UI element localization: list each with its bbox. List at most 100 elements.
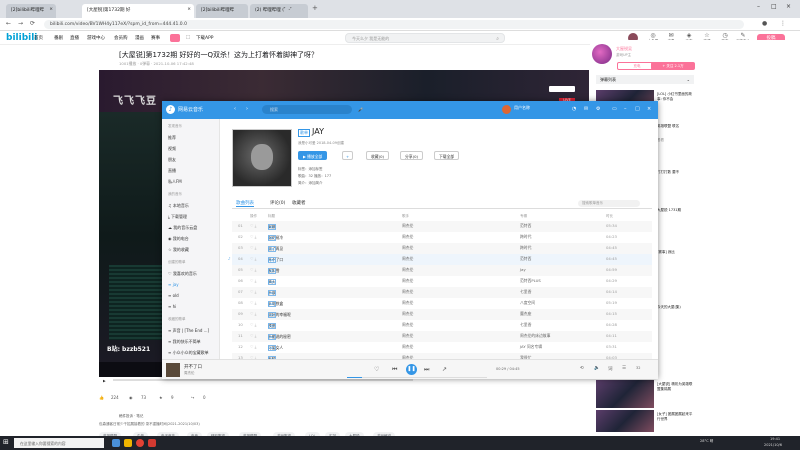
fav-icon[interactable]: ★ [159,395,163,400]
song-artist[interactable]: 周杰伦 [402,267,413,273]
volume-icon[interactable]: 🔈 [594,366,600,371]
song-artist[interactable]: 周杰伦 [402,234,413,240]
song-artist[interactable]: 周杰伦 [402,333,413,339]
song-row[interactable]: 10 ♡ ⤓ 夜曲 SQ ▷ 周杰伦 七里香 04:28 [232,320,652,331]
rec-title[interactable]: [赛事] 我比 [657,250,695,255]
song-row[interactable]: 09 ♡ ⤓ 说好的幸福呢 SQ ▷ 周杰伦 魔杰座 04:15 [232,309,652,320]
mv-icon[interactable]: ▷ [268,334,271,339]
back-icon[interactable]: ‹ [234,106,236,112]
nav-manga[interactable]: 漫画 [135,35,144,41]
song-album[interactable]: 范特西 [520,223,531,229]
song-album[interactable]: 八度空间 [520,300,535,306]
sidebar-item-active[interactable]: ≡ jay [168,282,179,287]
sidebar-item[interactable]: ⤓ 下载管理 [168,214,187,220]
event-badge-icon[interactable] [170,34,180,42]
rec-thumb[interactable] [596,410,654,432]
sidebar-item[interactable]: 朋友 [168,157,176,163]
tab-comments[interactable]: 评论(0) [270,200,285,206]
heart-icon[interactable]: ♡ ⤓ [250,311,256,316]
now-playing-artist[interactable]: 周杰伦 [184,371,195,376]
rec-thumb[interactable] [596,380,654,408]
reload-icon[interactable]: ⟳ [30,20,35,27]
playlist-queue-icon[interactable]: ☰ [622,366,626,371]
danmaku-input[interactable] [113,379,413,381]
song-album[interactable]: 跨时代 [520,245,531,251]
back-icon[interactable]: ← [6,20,11,27]
now-playing-cover[interactable] [166,363,180,377]
user-name[interactable]: 用户名称 [514,105,530,111]
progress-bar[interactable] [347,377,487,378]
report-links[interactable]: 稿件投诉 · 笔记 [119,414,143,419]
download-app-link[interactable]: 下载APP [196,35,214,41]
sidebar-item[interactable]: ≡ 声音 | [The End ...] [168,328,209,334]
mv-icon[interactable]: ▷ [268,257,271,262]
maximize-icon[interactable]: □ [771,3,777,10]
sidebar-item[interactable]: 直播 [168,168,176,174]
browser-tab-active[interactable]: [大屋锐]第1732期 好 × [82,4,194,18]
browser-tab[interactable]: [2]bilibili哔哩哔 [196,4,248,18]
sidebar-item[interactable]: ≡ hi [168,304,176,309]
mv-icon[interactable]: ▷ [268,224,271,229]
minimize-icon[interactable]: – [624,106,627,112]
profile-icon[interactable]: ● [762,20,767,27]
heart-icon[interactable]: ♡ ⤓ [250,267,256,272]
song-row[interactable]: 11 ♡ ⤓ 不能说的秘密 SQ ▷ 周杰伦 周杰伦的床边故事 04:11 [232,331,652,342]
sidebar-item[interactable]: 推荐 [168,135,176,141]
song-artist[interactable]: 周杰伦 [402,245,413,251]
like-icon[interactable]: 👍 [99,395,104,400]
mv-icon[interactable]: ▷ [268,345,271,350]
nav-home[interactable]: 首页 [34,35,43,41]
song-artist[interactable]: 周杰伦 [402,278,413,284]
sidebar-item[interactable]: ◉ 我的电台 [168,236,189,242]
nav-game[interactable]: 游戏中心 [87,35,105,41]
close-icon[interactable]: × [187,7,191,12]
coin-icon[interactable]: ◉ [129,395,133,400]
file-explorer-icon[interactable] [124,439,132,447]
mv-icon[interactable]: ▷ [268,246,271,251]
rec-title[interactable]: 大屋锐 1731期 [657,208,695,213]
nav-match[interactable]: 赛事 [151,35,160,41]
song-album[interactable]: 范特西PLUS [520,278,541,284]
forward-icon[interactable]: › [246,106,248,112]
forward-icon[interactable]: → [18,20,23,27]
prev-icon[interactable]: ⏮ [392,366,397,374]
browser-tab[interactable]: (2) 哔哩哔哩 (゜-゜ [250,4,308,18]
sidebar-item[interactable]: 视频 [168,146,176,152]
heart-icon[interactable]: ♡ ⤓ [250,245,256,250]
sidebar-item[interactable]: ≡ 小众小众的宝藏歌单 [168,350,209,356]
sidebar-item[interactable]: 私人FM [168,179,182,185]
mv-icon[interactable]: ▷ [268,301,271,306]
rec-title[interactable]: [LOL] 小红书里面的故事: 你不会 [657,92,695,102]
heart-icon[interactable]: ♡ ⤓ [250,223,256,228]
song-row[interactable]: 08 ♡ ⤓ 半岛铁盒 SQ ▷ 周杰伦 八度空间 05:19 [232,298,652,309]
song-row[interactable]: 04 ♡ ⤓ 开不了口 SQ ▷ 周杰伦 范特西 04:45 ♪ [228,254,652,265]
heart-icon[interactable]: ♡ ⤓ [250,300,256,305]
user-avatar[interactable] [502,105,511,114]
skin-icon[interactable]: ◔ [572,106,576,112]
mv-icon[interactable]: ▷ [268,290,271,295]
song-album[interactable]: 七里香 [520,289,531,295]
weather-status[interactable]: 28°C 晴 [700,439,713,444]
rec-title[interactable]: [大屋锐] 精彩为英雄联盟集锦展 [657,382,695,392]
song-album[interactable]: JAY 同名专辑 [520,344,542,350]
sidebar-item[interactable]: ♫ 本地音乐 [168,203,189,209]
next-icon[interactable]: ⏭ [424,366,429,374]
play-all-button[interactable]: ▶ 播放全部 [298,151,328,160]
add-to-queue-button[interactable]: + [342,151,354,160]
heart-icon[interactable]: ♡ [374,366,379,373]
sidebar-item[interactable]: ☁ 我的音乐云盘 [168,225,197,231]
share-button[interactable]: 分享(0) [400,151,423,160]
heart-icon[interactable]: ♡ ⤓ [250,256,256,261]
search-icon[interactable]: ⌕ [496,36,499,42]
share-icon[interactable]: ↪ [191,395,194,400]
new-tab-icon[interactable]: + [312,4,318,12]
bili-search-input[interactable]: 今天么夕 我是无能的 ⌕ [345,33,505,43]
menu-icon[interactable]: ⋮ [780,20,786,27]
download-all-button[interactable]: 下载全部 [434,151,460,160]
heart-icon[interactable]: ♡ ⤓ [250,234,256,239]
playlist-creator[interactable]: 我是小可爱 2018-04-09创建 [298,141,344,146]
clock-date[interactable]: 2021/10/6 [764,443,782,447]
heart-icon[interactable]: ♡ ⤓ [250,333,256,338]
task-view-icon[interactable] [112,439,120,447]
mv-icon[interactable]: ▷ [268,323,271,328]
